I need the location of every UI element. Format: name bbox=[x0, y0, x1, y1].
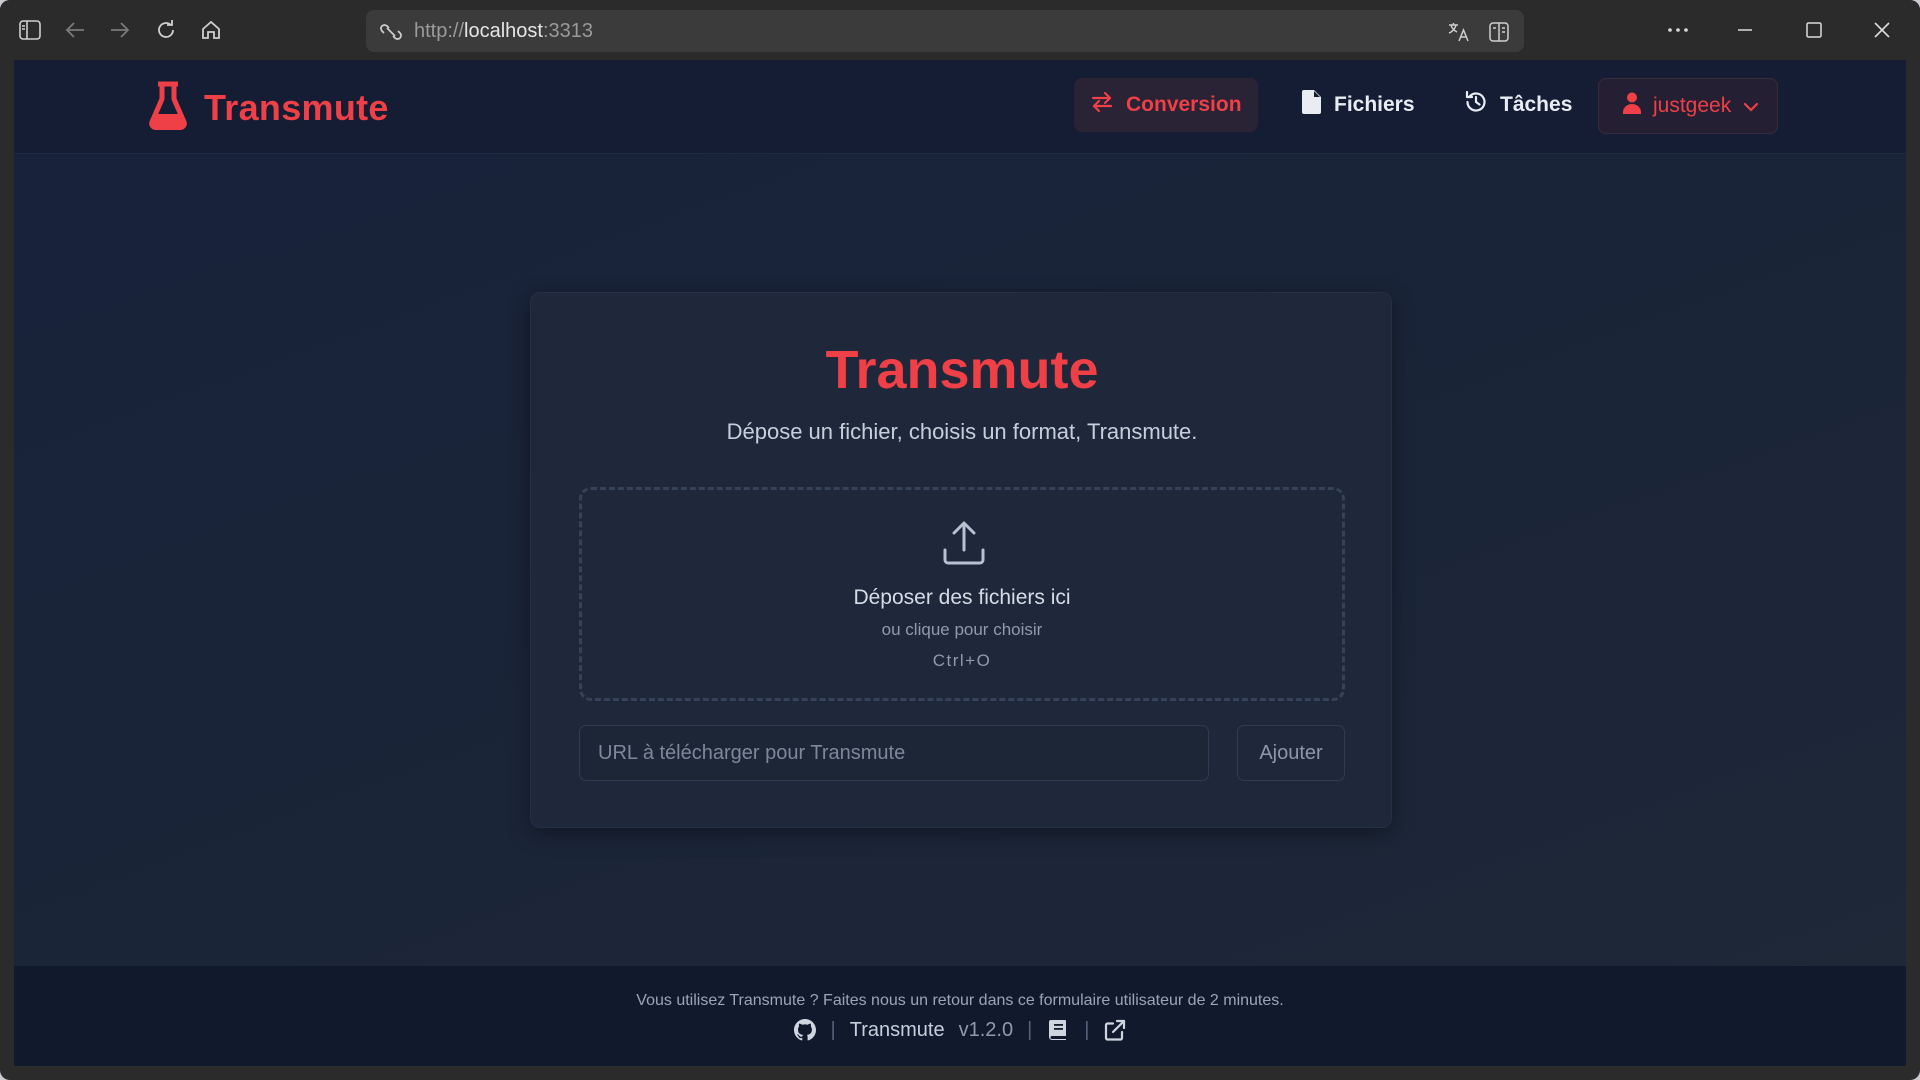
footer-separator: | bbox=[830, 1018, 836, 1041]
footer: Vous utilisez Transmute ? Faites nous un… bbox=[14, 966, 1906, 1066]
file-icon bbox=[1302, 90, 1322, 120]
history-icon bbox=[1464, 90, 1488, 120]
browser-toolbar: http://localhost:3313 bbox=[0, 0, 1920, 60]
add-url-button[interactable]: Ajouter bbox=[1237, 725, 1345, 781]
dropzone-shortcut: Ctrl+O bbox=[932, 651, 992, 670]
footer-links: | Transmute v1.2.0 | | bbox=[14, 1018, 1906, 1042]
reload-icon[interactable] bbox=[150, 14, 182, 46]
footer-separator: | bbox=[1084, 1018, 1090, 1041]
site-info-icon[interactable] bbox=[378, 19, 404, 45]
feedback-link[interactable]: Vous utilisez Transmute ? Faites nous un… bbox=[14, 992, 1906, 1010]
conversion-card: Transmute Dépose un fichier, choisis un … bbox=[530, 292, 1392, 828]
url-input[interactable] bbox=[579, 725, 1209, 781]
translate-icon[interactable] bbox=[1446, 19, 1472, 45]
minimize-icon[interactable] bbox=[1727, 14, 1763, 46]
nav-fichiers[interactable]: Fichiers bbox=[1286, 78, 1431, 132]
top-navigation: Transmute Conversion Fichiers Tâches jus… bbox=[14, 60, 1906, 154]
external-link-icon[interactable] bbox=[1103, 1018, 1127, 1042]
back-arrow-icon[interactable] bbox=[59, 14, 91, 46]
sidebar-toggle-icon[interactable] bbox=[14, 14, 46, 46]
url-text: http://localhost:3313 bbox=[414, 20, 594, 42]
dropzone-title: Déposer des fichiers ici bbox=[853, 586, 1071, 609]
file-dropzone[interactable]: Déposer des fichiers ici ou clique pour … bbox=[579, 487, 1345, 701]
address-bar[interactable]: http://localhost:3313 bbox=[366, 10, 1524, 52]
swap-arrows-icon bbox=[1090, 90, 1114, 120]
close-window-icon[interactable] bbox=[1864, 14, 1900, 46]
footer-version: v1.2.0 bbox=[958, 1018, 1014, 1041]
browser-window: http://localhost:3313 Transmute Conversi… bbox=[0, 0, 1920, 1080]
nav-taches[interactable]: Tâches bbox=[1448, 78, 1588, 132]
dropzone-hint: ou clique pour choisir bbox=[881, 620, 1043, 639]
footer-app-name[interactable]: Transmute bbox=[850, 1019, 945, 1042]
nav-conversion[interactable]: Conversion bbox=[1074, 78, 1258, 132]
book-icon[interactable] bbox=[1046, 1018, 1070, 1042]
home-icon[interactable] bbox=[195, 14, 227, 46]
upload-icon bbox=[942, 520, 986, 566]
reader-view-icon[interactable] bbox=[1486, 19, 1512, 45]
github-icon[interactable] bbox=[793, 1018, 817, 1042]
page-title: Transmute bbox=[825, 340, 1099, 400]
chevron-down-icon bbox=[1743, 94, 1759, 118]
maximize-icon[interactable] bbox=[1796, 14, 1832, 46]
more-options-icon[interactable] bbox=[1660, 14, 1696, 46]
user-menu-button[interactable]: justgeek bbox=[1598, 78, 1778, 134]
brand-name: Transmute bbox=[204, 86, 389, 128]
brand-logo[interactable]: Transmute bbox=[148, 80, 389, 135]
app-page: Transmute Conversion Fichiers Tâches jus… bbox=[14, 60, 1906, 1066]
flask-icon bbox=[148, 80, 188, 135]
page-subtitle: Dépose un fichier, choisis un format, Tr… bbox=[726, 419, 1198, 444]
nav-taches-label: Tâches bbox=[1500, 93, 1573, 116]
nav-fichiers-label: Fichiers bbox=[1334, 93, 1415, 116]
forward-arrow-icon[interactable] bbox=[104, 14, 136, 46]
user-icon bbox=[1623, 92, 1641, 120]
footer-separator: | bbox=[1027, 1018, 1033, 1041]
user-name: justgeek bbox=[1653, 94, 1732, 117]
nav-conversion-label: Conversion bbox=[1126, 93, 1242, 116]
